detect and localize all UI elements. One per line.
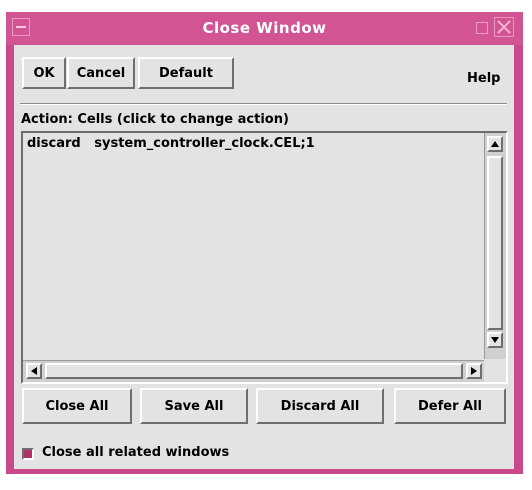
arrow-right-icon[interactable] bbox=[466, 363, 482, 379]
window-title: Close Window bbox=[202, 19, 327, 37]
vertical-scroll-thumb[interactable] bbox=[487, 156, 503, 330]
action-selector[interactable]: Action: Cells (click to change action) bbox=[21, 112, 289, 127]
list-item[interactable]: discard system_controller_clock.CEL;1 bbox=[27, 136, 315, 151]
scroll-corner bbox=[484, 360, 506, 382]
help-menu[interactable]: Help bbox=[467, 71, 500, 86]
minimize-icon[interactable] bbox=[476, 22, 488, 34]
close-icon[interactable] bbox=[494, 17, 514, 37]
defer-all-button[interactable]: Defer All bbox=[394, 388, 506, 424]
horizontal-scrollbar[interactable] bbox=[23, 360, 486, 382]
separator bbox=[20, 103, 507, 105]
close-related-label[interactable]: Close all related windows bbox=[42, 445, 229, 460]
default-button[interactable]: Default bbox=[138, 57, 234, 89]
arrow-up-icon[interactable] bbox=[487, 136, 503, 152]
dialog-body: OK Cancel Default Help Action: Cells (cl… bbox=[14, 45, 514, 469]
close-window-dialog: Close Window OK Cancel Default Help Acti… bbox=[6, 12, 523, 474]
ok-button[interactable]: OK bbox=[22, 57, 66, 89]
arrow-left-icon[interactable] bbox=[26, 363, 42, 379]
arrow-down-icon[interactable] bbox=[487, 332, 503, 348]
close-related-checkbox[interactable] bbox=[22, 448, 34, 460]
save-all-button[interactable]: Save All bbox=[140, 388, 248, 424]
vertical-scrollbar[interactable] bbox=[484, 133, 506, 359]
horizontal-scroll-thumb[interactable] bbox=[45, 363, 463, 379]
cell-list[interactable]: discard system_controller_clock.CEL;1 bbox=[21, 131, 508, 384]
cancel-button[interactable]: Cancel bbox=[67, 57, 135, 89]
title-bar[interactable]: Close Window bbox=[6, 12, 523, 45]
discard-all-button[interactable]: Discard All bbox=[256, 388, 384, 424]
close-all-button[interactable]: Close All bbox=[22, 388, 132, 424]
